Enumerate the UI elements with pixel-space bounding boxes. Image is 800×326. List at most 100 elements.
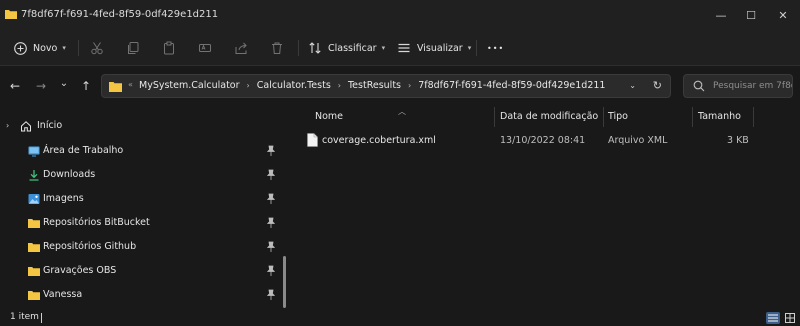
cut-icon[interactable]	[88, 39, 106, 57]
view-label: Visualizar	[417, 42, 463, 54]
tiles-view-button[interactable]	[783, 312, 797, 324]
sidebar-item-home[interactable]: › Início	[0, 114, 288, 138]
folder-icon	[109, 82, 122, 92]
column-header-size[interactable]: Tamanho	[698, 111, 741, 129]
close-button[interactable]: ✕	[766, 0, 800, 30]
sidebar-item-desktop[interactable]: Área de Trabalho	[0, 139, 288, 163]
refresh-button[interactable]: ↻	[653, 79, 662, 92]
window-title: 7f8df67f-f691-4fed-8f59-0df429e1d211	[21, 9, 219, 20]
sidebar-item-pictures[interactable]: Imagens	[0, 187, 288, 211]
tiles-view-icon	[785, 313, 795, 323]
sidebar-item-label: Downloads	[43, 169, 96, 180]
folder-icon	[5, 10, 17, 19]
breadcrumb-item[interactable]: MySystem.Calculator	[139, 80, 240, 91]
status-divider	[41, 313, 42, 323]
minimize-button[interactable]: —	[704, 0, 738, 30]
rename-icon[interactable]	[196, 39, 214, 57]
search-input[interactable]: Pesquisar em 7f8d...	[713, 81, 792, 91]
folder-icon	[28, 243, 40, 252]
status-bar: 1 item	[0, 310, 800, 326]
pin-icon[interactable]	[266, 241, 276, 253]
sidebar-item-label: Imagens	[43, 193, 84, 204]
pin-icon[interactable]	[266, 145, 276, 157]
sidebar-item-github[interactable]: Repositórios Github	[0, 235, 288, 259]
sidebar-item-label: Área de Trabalho	[43, 145, 124, 156]
chevron-down-icon: ▾	[467, 44, 472, 52]
breadcrumb-item[interactable]: TestResults	[348, 80, 401, 91]
more-options-button[interactable]: •••	[487, 38, 504, 58]
view-button[interactable]: Visualizar ▾	[397, 38, 471, 58]
up-button[interactable]: ↑	[78, 78, 94, 94]
chevron-right-icon[interactable]: ›	[6, 121, 9, 130]
chevron-down-icon: ▾	[381, 44, 386, 52]
pin-icon[interactable]	[266, 289, 276, 301]
column-header-name[interactable]: Nome	[315, 111, 343, 129]
file-modified: 13/10/2022 08:41	[500, 135, 586, 146]
item-count: 1 item	[10, 312, 39, 322]
sidebar-item-bitbucket[interactable]: Repositórios BitBucket	[0, 211, 288, 235]
chevron-right-icon: ›	[246, 81, 250, 90]
breadcrumb-item[interactable]: Calculator.Tests	[257, 80, 331, 91]
toolbar-divider	[476, 40, 477, 56]
sidebar-item-label: Repositórios Github	[43, 241, 137, 252]
breadcrumb-item[interactable]: 7f8df67f-f691-4fed-8f59-0df429e1d211	[418, 80, 605, 91]
details-view-icon	[768, 314, 778, 322]
column-divider[interactable]	[494, 107, 495, 127]
sidebar-item-obs[interactable]: Gravações OBS	[0, 259, 288, 283]
pictures-icon	[28, 194, 40, 204]
back-button[interactable]: ←	[7, 78, 23, 94]
address-history-dropdown[interactable]: ⌄	[629, 81, 636, 90]
title-bar: 7f8df67f-f691-4fed-8f59-0df429e1d211 — ☐…	[0, 0, 800, 30]
forward-button[interactable]: →	[33, 78, 49, 94]
details-view-button[interactable]	[766, 312, 780, 324]
sidebar-scrollbar[interactable]	[283, 256, 286, 308]
navigation-pane: › Início Área de Trabalho Downloads Imag…	[0, 108, 288, 310]
table-row[interactable]: coverage.cobertura.xml 13/10/2022 08:41 …	[303, 130, 763, 152]
new-button[interactable]: Novo ▾	[13, 38, 66, 58]
breadcrumb: MySystem.Calculator › Calculator.Tests ›…	[139, 80, 605, 91]
sort-label: Classificar	[328, 42, 377, 54]
desktop-icon	[28, 146, 40, 157]
sort-icon	[308, 41, 322, 55]
sidebar-item-downloads[interactable]: Downloads	[0, 163, 288, 187]
sort-ascending-icon: ︿	[398, 107, 406, 116]
sidebar-item-label: Repositórios BitBucket	[43, 217, 150, 228]
recent-locations-button[interactable]: ⌄	[56, 75, 72, 91]
pin-icon[interactable]	[266, 217, 276, 229]
sort-button[interactable]: Classificar ▾	[308, 38, 385, 58]
pin-icon[interactable]	[266, 265, 276, 277]
pin-icon[interactable]	[266, 169, 276, 181]
delete-icon[interactable]	[268, 39, 286, 57]
plus-icon	[13, 41, 27, 55]
toolbar-divider	[78, 40, 79, 56]
address-bar[interactable]: « MySystem.Calculator › Calculator.Tests…	[101, 74, 671, 98]
share-icon[interactable]	[232, 39, 250, 57]
paste-icon[interactable]	[160, 39, 178, 57]
search-box[interactable]: Pesquisar em 7f8d...	[683, 74, 793, 98]
folder-icon	[28, 291, 40, 300]
address-overflow-icon[interactable]: «	[128, 80, 133, 89]
chevron-right-icon: ›	[337, 81, 341, 90]
column-header-modified[interactable]: Data de modificação	[500, 111, 598, 129]
view-icon	[397, 41, 411, 55]
maximize-button[interactable]: ☐	[734, 0, 768, 30]
chevron-down-icon: ▾	[62, 44, 66, 52]
column-header-type[interactable]: Tipo	[608, 111, 628, 129]
chevron-right-icon: ›	[408, 81, 412, 90]
new-label: Novo	[33, 42, 58, 54]
command-bar: Novo ▾ Classificar ▾ Visualizar ▾ •••	[0, 30, 800, 66]
file-name: coverage.cobertura.xml	[322, 135, 436, 146]
file-size: 3 KB	[727, 135, 749, 146]
copy-icon[interactable]	[124, 39, 142, 57]
file-type: Arquivo XML	[608, 135, 668, 146]
column-divider[interactable]	[753, 107, 754, 127]
pin-icon[interactable]	[266, 193, 276, 205]
sidebar-item-label: Início	[37, 120, 63, 131]
folder-icon	[28, 219, 40, 228]
sidebar-item-label: Gravações OBS	[43, 265, 117, 276]
column-divider[interactable]	[692, 107, 693, 127]
file-icon	[307, 133, 318, 147]
sidebar-item-vanessa[interactable]: Vanessa	[0, 283, 288, 307]
column-divider[interactable]	[603, 107, 604, 127]
search-icon	[693, 80, 705, 92]
